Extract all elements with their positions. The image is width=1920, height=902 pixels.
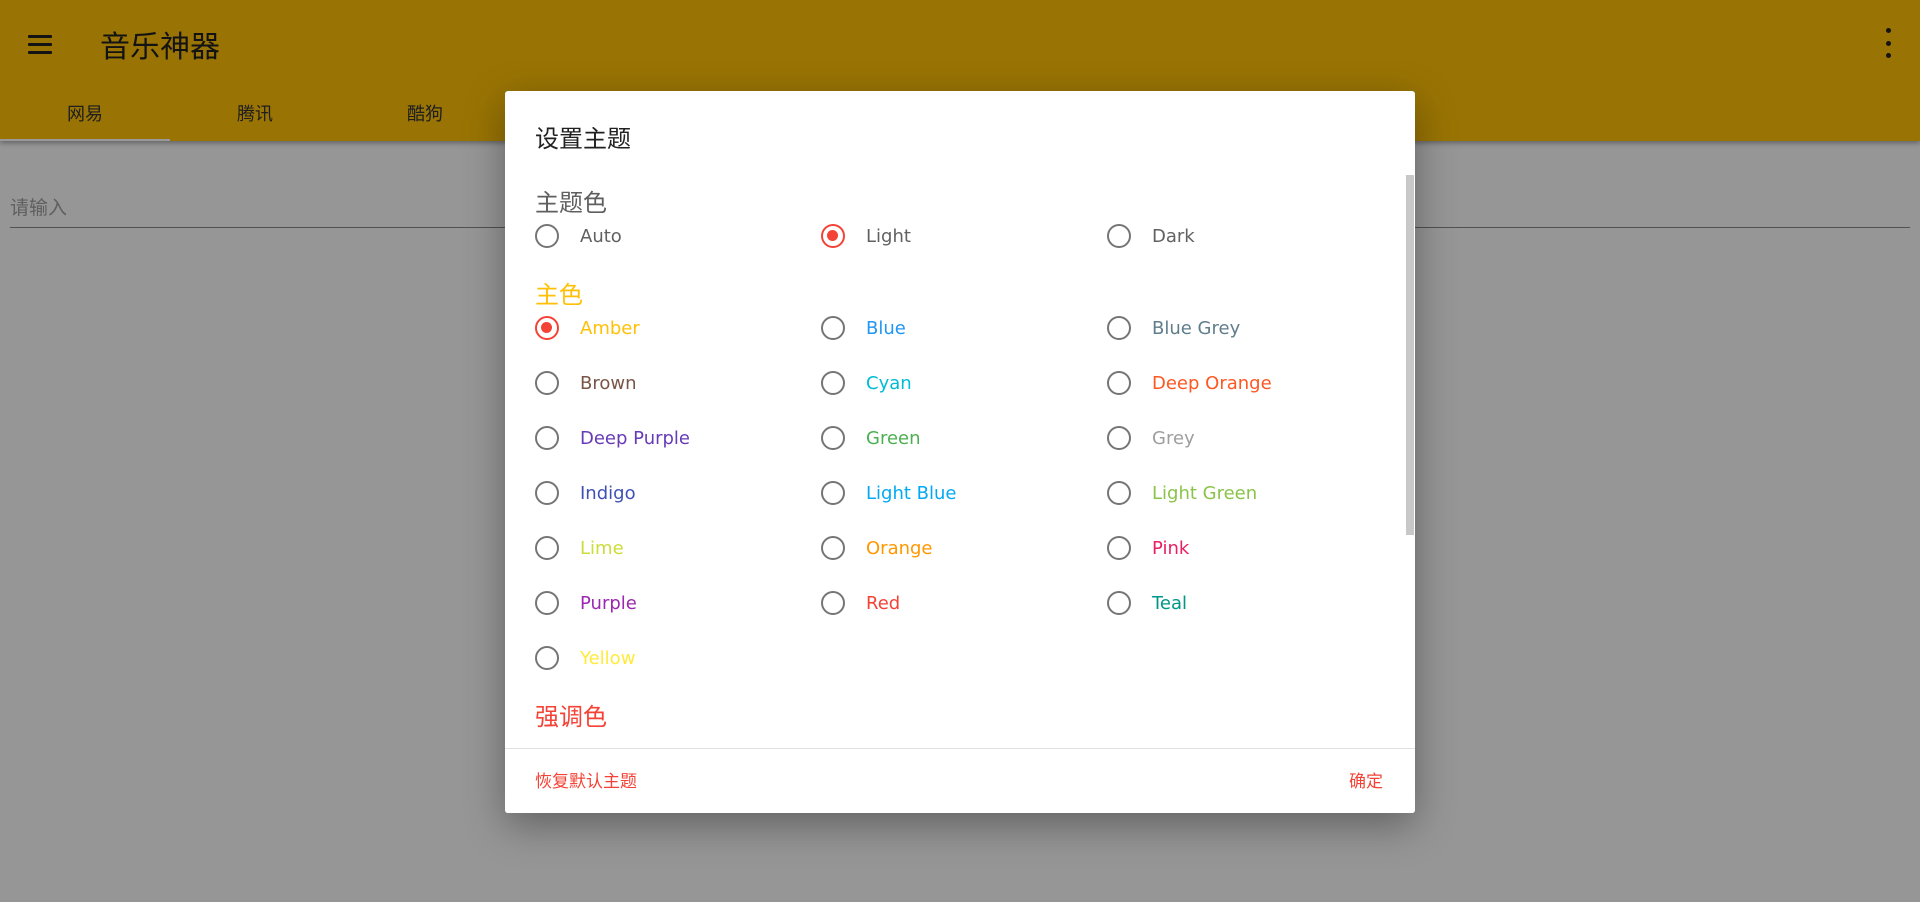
radio-option-primary-amber[interactable]: Amber [535,311,640,345]
dialog-scrollbar[interactable] [1405,175,1415,738]
radio-unchecked-icon[interactable] [1107,224,1131,248]
radio-unchecked-icon[interactable] [1107,371,1131,395]
radio-option-label: Auto [580,225,622,247]
radio-option-accent-cyan[interactable]: Cyan [1107,733,1198,738]
section-title-theme: 主题色 [535,189,607,217]
radio-option-primary-red[interactable]: Red [821,586,900,620]
radio-unchecked-icon[interactable] [535,426,559,450]
radio-unchecked-icon[interactable] [1107,536,1131,560]
radio-option-label: Pink [1152,537,1190,559]
radio-unchecked-icon[interactable] [535,646,559,670]
section-title-accent: 强调色 [535,703,607,731]
radio-option-primary-deep-orange[interactable]: Deep Orange [1107,366,1272,400]
radio-option-theme-auto[interactable]: Auto [535,219,622,253]
radio-option-label: Light Blue [866,482,957,504]
reset-theme-button[interactable]: 恢复默认主题 [535,767,637,792]
radio-option-primary-light-green[interactable]: Light Green [1107,476,1257,510]
radio-option-label: Deep Orange [1152,372,1272,394]
radio-option-label: Blue Grey [1152,317,1241,339]
radio-unchecked-icon[interactable] [535,224,559,248]
radio-option-primary-lime[interactable]: Lime [535,531,624,565]
theme-dialog: 设置主题 主题色 Auto Light Dark 主色 Amber Blue Blue … [505,91,1415,813]
radio-option-label: Orange [866,537,933,559]
radio-option-primary-purple[interactable]: Purple [535,586,637,620]
radio-option-label: Lime [580,537,624,559]
radio-option-label: Grey [1152,427,1195,449]
radio-unchecked-icon[interactable] [1107,591,1131,615]
radio-option-label: Cyan [866,372,912,394]
radio-option-accent-amber[interactable]: Amber [535,733,640,738]
radio-option-label: Dark [1152,225,1195,247]
ok-button[interactable]: 确定 [1349,767,1383,792]
radio-unchecked-icon[interactable] [535,481,559,505]
radio-option-label: Deep Purple [580,427,691,449]
scrollbar-thumb[interactable] [1406,175,1414,535]
dialog-actions: 恢复默认主题 确定 [505,748,1415,813]
radio-option-primary-light-blue[interactable]: Light Blue [821,476,956,510]
radio-option-accent-blue[interactable]: Blue [821,733,906,738]
radio-checked-icon[interactable] [821,224,845,248]
radio-unchecked-icon[interactable] [535,371,559,395]
radio-option-label: Blue [866,317,906,339]
radio-option-primary-blue-grey[interactable]: Blue Grey [1107,311,1240,345]
radio-option-primary-grey[interactable]: Grey [1107,421,1195,455]
radio-option-label: Yellow [580,647,636,669]
radio-option-primary-orange[interactable]: Orange [821,531,933,565]
radio-option-theme-light[interactable]: Light [821,219,911,253]
radio-unchecked-icon[interactable] [1107,316,1131,340]
radio-option-primary-green[interactable]: Green [821,421,921,455]
radio-unchecked-icon[interactable] [821,316,845,340]
radio-unchecked-icon[interactable] [821,426,845,450]
dialog-title: 设置主题 [535,125,631,153]
radio-unchecked-icon[interactable] [535,591,559,615]
radio-option-label: Light Green [1152,482,1258,504]
radio-option-label: Indigo [580,482,636,504]
radio-unchecked-icon[interactable] [821,591,845,615]
radio-option-label: Purple [580,592,637,614]
radio-option-label: Light [866,225,911,247]
radio-unchecked-icon[interactable] [821,481,845,505]
radio-option-primary-cyan[interactable]: Cyan [821,366,912,400]
dialog-content: 主题色 Auto Light Dark 主色 Amber Blue Blue Grey B… [505,175,1415,738]
radio-option-label: Green [866,427,921,449]
radio-option-primary-brown[interactable]: Brown [535,366,637,400]
radio-option-label: Amber [580,317,640,339]
radio-option-primary-teal[interactable]: Teal [1107,586,1187,620]
radio-option-primary-blue[interactable]: Blue [821,311,906,345]
radio-option-primary-pink[interactable]: Pink [1107,531,1189,565]
radio-option-primary-yellow[interactable]: Yellow [535,641,635,675]
radio-unchecked-icon[interactable] [1107,426,1131,450]
radio-checked-icon[interactable] [535,316,559,340]
radio-option-label: Red [866,592,901,614]
radio-unchecked-icon[interactable] [821,536,845,560]
radio-option-primary-indigo[interactable]: Indigo [535,476,636,510]
radio-unchecked-icon[interactable] [821,371,845,395]
radio-option-label: Teal [1152,592,1188,614]
radio-unchecked-icon[interactable] [1107,481,1131,505]
section-title-primary: 主色 [535,281,583,309]
radio-option-primary-deep-purple[interactable]: Deep Purple [535,421,690,455]
radio-option-theme-dark[interactable]: Dark [1107,219,1195,253]
radio-option-label: Brown [580,372,637,394]
radio-unchecked-icon[interactable] [535,536,559,560]
